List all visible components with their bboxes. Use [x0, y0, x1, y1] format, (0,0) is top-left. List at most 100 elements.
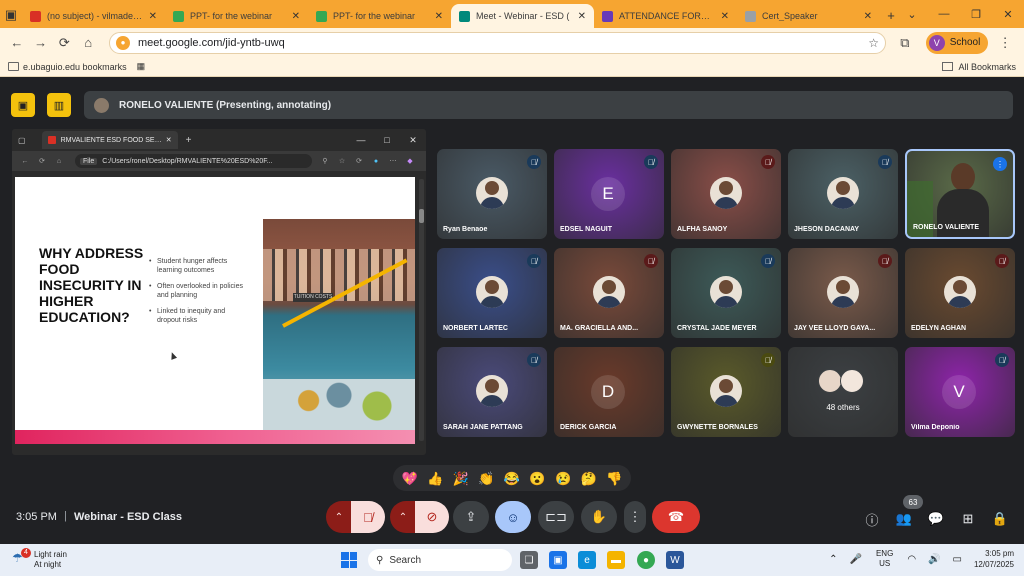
more-options-button[interactable]: ⋮	[624, 501, 646, 533]
host-controls-icon[interactable]: 🔒	[988, 507, 1012, 531]
presenter-avatar	[94, 97, 109, 113]
tab-search-icon[interactable]: ▣	[0, 4, 22, 26]
close-tab-icon[interactable]: ✕	[149, 11, 157, 22]
participant-name: JAY VEE LLOYD GAYA...	[794, 325, 876, 332]
scroll-thumb	[419, 209, 424, 223]
video-options-button[interactable]: ⌃	[390, 501, 416, 533]
participant-tile[interactable]: EDELYN AGHAN 🎙̸	[905, 248, 1015, 338]
reaction-emoji[interactable]: 👍	[427, 472, 443, 485]
activities-grid-icon[interactable]: ⊞	[956, 507, 980, 531]
participant-tile[interactable]: GWYNETTE BORNALES 🎙̸	[671, 347, 781, 437]
browser-tab[interactable]: Cert_Speaker ✕	[737, 4, 880, 28]
back-icon[interactable]: ←	[6, 32, 28, 54]
bookmark-star-icon[interactable]: ☆	[868, 36, 879, 50]
participant-tile[interactable]: 48 others	[788, 347, 898, 437]
windows-start-icon[interactable]	[341, 552, 357, 568]
participant-avatar	[593, 276, 625, 308]
participant-initial: V	[942, 375, 976, 409]
extensions-icon[interactable]: ⧉	[894, 32, 916, 54]
site-info-icon[interactable]: ●	[116, 35, 130, 50]
menu-kebab-icon[interactable]: ⋮	[994, 32, 1016, 54]
participant-tile[interactable]: Ryan Benaoe 🎙̸	[437, 149, 547, 239]
camera-off-button[interactable]: ⊘	[415, 501, 449, 533]
people-icon[interactable]: 👥	[892, 507, 916, 531]
stop-presenting-icon[interactable]: ▣	[11, 93, 35, 117]
chevron-up-icon[interactable]: ⌃	[829, 554, 837, 565]
browser-tab[interactable]: (no subject) - vilmadeponio ✕	[22, 4, 165, 28]
close-tab-icon[interactable]: ✕	[578, 11, 586, 22]
participant-tile[interactable]: ALFHA SANOY 🎙̸	[671, 149, 781, 239]
captions-button[interactable]: ⊏⊐	[538, 501, 574, 533]
participant-tile[interactable]: MA. GRACIELLA AND... 🎙̸	[554, 248, 664, 338]
browser-tab[interactable]: PPT- for the webinar ✕	[308, 4, 451, 28]
reaction-emoji[interactable]: 😢	[555, 472, 571, 485]
participant-tile[interactable]: JHESON DACANAY 🎙̸	[788, 149, 898, 239]
reaction-emoji[interactable]: 😮	[529, 472, 545, 485]
microphone-icon[interactable]: 🎤	[850, 554, 862, 565]
present-screen-button[interactable]: ⇪	[453, 501, 489, 533]
participant-tile[interactable]: E EDSEL NAGUIT 🎙̸	[554, 149, 664, 239]
shared-pdf-tab: RMVALIENTE ESD FOOD SECURI ✕	[41, 131, 178, 149]
file-explorer-icon[interactable]: ▬	[607, 551, 625, 569]
language-indicator[interactable]: ENG US	[876, 549, 893, 569]
close-tab-icon[interactable]: ✕	[864, 11, 872, 22]
weather-widget[interactable]: ☂ 4 Light rain At night	[12, 548, 67, 570]
taskbar-search[interactable]: ⚲ Search	[368, 549, 512, 571]
all-bookmarks[interactable]: All Bookmarks	[942, 62, 1016, 72]
emoji-reactions-button[interactable]: ☺	[495, 501, 531, 533]
reload-icon[interactable]: ⟳	[54, 32, 76, 54]
participant-tile[interactable]: NORBERT LARTEC 🎙̸	[437, 248, 547, 338]
apps-grid-icon[interactable]: ▦	[137, 61, 146, 72]
browser-tab[interactable]: Meet - Webinar - ESD (✕	[451, 4, 594, 28]
profile-button[interactable]: V School	[925, 31, 989, 54]
mic-muted-icon: 🎙̸	[761, 254, 775, 268]
window-controls: ⌄ — ❐ ✕	[896, 0, 1024, 28]
mic-off-button[interactable]: 🎙̸	[351, 501, 385, 533]
browser-tab[interactable]: PPT- for the webinar ✕	[165, 4, 308, 28]
edge-icon[interactable]: e	[578, 551, 596, 569]
participant-avatar	[476, 177, 508, 209]
word-icon[interactable]: W	[666, 551, 684, 569]
forward-icon[interactable]: →	[30, 32, 52, 54]
chrome-icon[interactable]: ●	[637, 551, 655, 569]
participant-tile[interactable]: JAY VEE LLOYD GAYA... 🎙̸	[788, 248, 898, 338]
tab-list-icon[interactable]: ⌄	[896, 0, 928, 28]
browser-tab[interactable]: ATTENDANCE FORM FOR ✕	[594, 4, 737, 28]
wifi-icon[interactable]: ◠	[907, 554, 916, 565]
minimize-button[interactable]: —	[928, 0, 960, 28]
reaction-emoji[interactable]: 👏	[478, 472, 494, 485]
task-view-icon[interactable]: ❏	[520, 551, 538, 569]
reaction-emoji[interactable]: 👎	[606, 472, 622, 485]
participant-tile[interactable]: SARAH JANE PATTANG 🎙̸	[437, 347, 547, 437]
restore-button[interactable]: ❐	[960, 0, 992, 28]
tab-actions-icon: ▢	[18, 135, 26, 145]
close-tab-icon[interactable]: ✕	[292, 11, 300, 22]
volume-icon[interactable]: 🔊	[928, 554, 940, 565]
store-icon[interactable]: ▣	[549, 551, 567, 569]
home-icon[interactable]: ⌂	[77, 32, 99, 54]
close-tab-icon[interactable]: ✕	[435, 11, 443, 22]
participant-tile[interactable]: V Vilma Deponio 🎙̸	[905, 347, 1015, 437]
shared-tab-strip: ▢ RMVALIENTE ESD FOOD SECURI ✕ + — □ ✕	[12, 129, 426, 151]
shared-screen: ▢ RMVALIENTE ESD FOOD SECURI ✕ + — □ ✕ ←…	[12, 129, 426, 455]
reaction-emoji[interactable]: 🎉	[453, 472, 469, 485]
battery-icon[interactable]: ▭	[953, 554, 962, 565]
meeting-info-icon[interactable]: ⓘ	[860, 507, 884, 531]
raise-hand-button[interactable]: ✋	[581, 501, 617, 533]
participant-tile[interactable]: CRYSTAL JADE MEYER 🎙̸	[671, 248, 781, 338]
address-bar[interactable]: ● meet.google.com/jid-yntb-uwq ☆	[109, 31, 886, 54]
chat-icon[interactable]: 💬	[924, 507, 948, 531]
reaction-emoji[interactable]: 🤔	[581, 472, 597, 485]
participant-tile[interactable]: RONELO VALIENTE ⋮	[905, 149, 1015, 239]
participant-tile[interactable]: D DERICK GARCIA	[554, 347, 664, 437]
reaction-emoji[interactable]: 😂	[504, 472, 520, 485]
bookmark-folder[interactable]: e.ubaguio.edu bookmarks	[8, 62, 127, 72]
reaction-emoji[interactable]: 💖	[402, 472, 418, 485]
close-window-button[interactable]: ✕	[992, 0, 1024, 28]
close-icon: ✕	[165, 137, 172, 144]
annotation-icon[interactable]: ▥	[47, 93, 71, 117]
taskbar-clock[interactable]: 3:05 pm 12/07/2025	[974, 548, 1014, 570]
leave-call-button[interactable]: ☎	[652, 501, 700, 533]
close-tab-icon[interactable]: ✕	[721, 11, 729, 22]
audio-options-button[interactable]: ⌃	[326, 501, 352, 533]
